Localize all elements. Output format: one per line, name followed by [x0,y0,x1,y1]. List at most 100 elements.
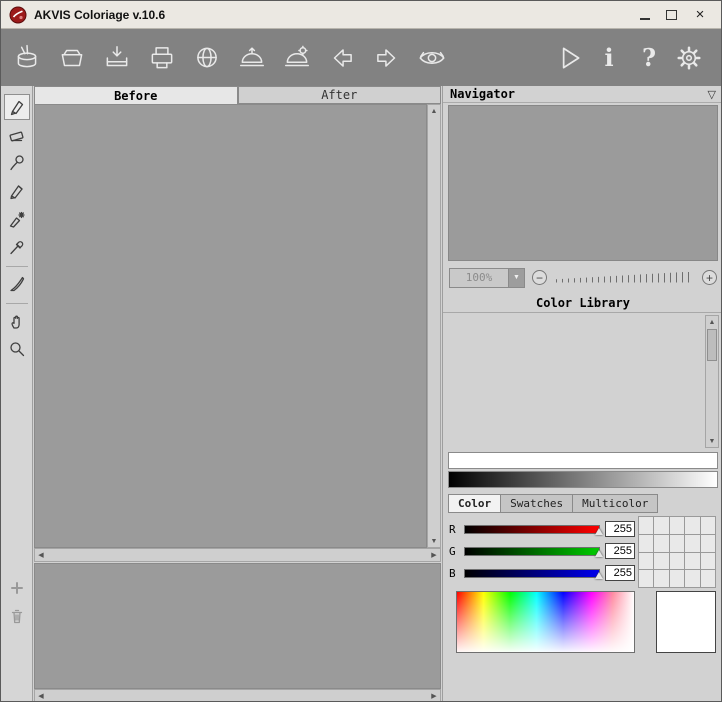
blue-channel-label: B [449,567,459,580]
green-value-input[interactable] [605,543,635,559]
publish-button[interactable] [189,38,225,78]
swatch-cell[interactable] [701,553,715,570]
minimize-button[interactable] [640,9,650,20]
run-button[interactable] [551,38,587,78]
maximize-button[interactable] [666,10,677,20]
printer-icon [147,43,177,73]
swatch-cell[interactable] [670,535,684,552]
scrollbar-thumb[interactable] [707,329,717,361]
current-color-swatch[interactable] [656,591,716,653]
dropdown-arrow-icon[interactable]: ▼ [508,269,524,287]
scroll-up-button[interactable]: ▲ [428,105,440,117]
scroll-right-button[interactable]: ▶ [428,690,440,702]
scroll-left-button[interactable]: ◀ [35,690,47,702]
swatch-cell[interactable] [639,517,653,534]
value-gradient-bar[interactable] [448,452,718,469]
swatch-cell[interactable] [701,517,715,534]
swatch-cell[interactable] [670,553,684,570]
info-button[interactable]: i [591,38,627,78]
right-panel: Navigator ▽ 100% ▼ − + Color Library ▲ ▼… [442,86,722,701]
tab-before[interactable]: Before [34,86,238,104]
tool-divider [6,303,28,304]
akvis-logo-button[interactable] [9,38,45,78]
slider-marker[interactable] [595,572,603,579]
slider-marker[interactable] [595,550,603,557]
image-area: Before After ▲ ▼ ◀ ▶ ◀ ▶ [34,86,441,701]
grayscale-gradient-bar[interactable] [448,471,718,488]
scroll-down-button[interactable]: ▼ [428,535,440,547]
swatch-cell[interactable] [639,553,653,570]
scroll-left-button[interactable]: ◀ [35,549,47,561]
help-button[interactable]: ? [631,38,667,78]
canvas-zone: ▲ ▼ [34,104,441,548]
swatch-cell[interactable] [639,535,653,552]
swatch-cell[interactable] [685,535,699,552]
swatch-cell[interactable] [654,535,668,552]
slider-marker[interactable] [595,528,603,535]
color-spectrum-picker[interactable] [456,591,635,653]
magic-pencil-tool-button[interactable] [4,206,30,232]
canvas-horizontal-scrollbar[interactable]: ◀ ▶ [34,548,441,562]
print-button[interactable] [144,38,180,78]
swatch-cell[interactable] [701,570,715,587]
preferences-button[interactable] [671,38,707,78]
swatch-cell[interactable] [685,517,699,534]
open-button[interactable] [54,38,90,78]
add-tool-button[interactable] [4,575,30,601]
canvas-vertical-scrollbar[interactable]: ▲ ▼ [427,104,441,548]
delete-tool-button[interactable] [4,603,30,629]
scroll-down-button[interactable]: ▼ [706,435,718,447]
scroll-up-button[interactable]: ▲ [706,316,718,328]
color-pencil-tool-button[interactable] [4,178,30,204]
scroll-right-button[interactable]: ▶ [428,549,440,561]
navigator-preview[interactable] [448,105,718,261]
recent-colors-grid [638,516,716,588]
blue-channel-row: B [449,562,635,584]
zoom-out-button[interactable]: − [532,270,547,285]
image-canvas[interactable] [34,104,427,548]
batch-process-button[interactable] [279,38,315,78]
swatch-cell[interactable] [654,570,668,587]
green-channel-slider[interactable] [464,547,600,556]
blue-channel-slider[interactable] [464,569,600,578]
pencil-tool-button[interactable] [4,94,30,120]
zoom-in-button[interactable]: + [702,270,717,285]
color-library-list[interactable]: ▲ ▼ [443,313,722,450]
brush-tool-button[interactable] [4,271,30,297]
back-button[interactable] [324,38,360,78]
forward-button[interactable] [369,38,405,78]
eyedropper-tool-button[interactable] [4,234,30,260]
tab-swatches[interactable]: Swatches [501,494,573,513]
red-value-input[interactable] [605,521,635,537]
zoom-tool-button[interactable] [4,336,30,362]
hand-icon [8,312,26,330]
preview-button[interactable] [414,38,450,78]
secondary-canvas[interactable] [34,563,441,689]
library-scrollbar[interactable]: ▲ ▼ [705,315,719,448]
red-channel-slider[interactable] [464,525,600,534]
swatch-cell[interactable] [654,553,668,570]
hand-tool-button[interactable] [4,308,30,334]
zoom-slider[interactable] [554,271,695,285]
swatch-cell[interactable] [639,570,653,587]
close-button[interactable]: × [693,8,707,22]
red-channel-row: R [449,518,635,540]
export-button[interactable] [234,38,270,78]
blue-value-input[interactable] [605,565,635,581]
swatch-cell[interactable] [670,517,684,534]
swatch-cell[interactable] [701,535,715,552]
tube-tool-button[interactable] [4,150,30,176]
secondary-horizontal-scrollbar[interactable]: ◀ ▶ [34,689,441,702]
swatch-cell[interactable] [670,570,684,587]
swatch-cell[interactable] [685,553,699,570]
eraser-tool-button[interactable] [4,122,30,148]
swatch-cell[interactable] [685,570,699,587]
collapse-triangle-icon[interactable]: ▽ [708,88,716,101]
tab-color[interactable]: Color [448,494,501,513]
swatch-cell[interactable] [654,517,668,534]
tab-multicolor[interactable]: Multicolor [573,494,658,513]
color-panel-tabs: Color Swatches Multicolor [448,494,658,513]
save-button[interactable] [99,38,135,78]
tab-after[interactable]: After [238,86,442,104]
zoom-combobox[interactable]: 100% ▼ [449,268,525,288]
